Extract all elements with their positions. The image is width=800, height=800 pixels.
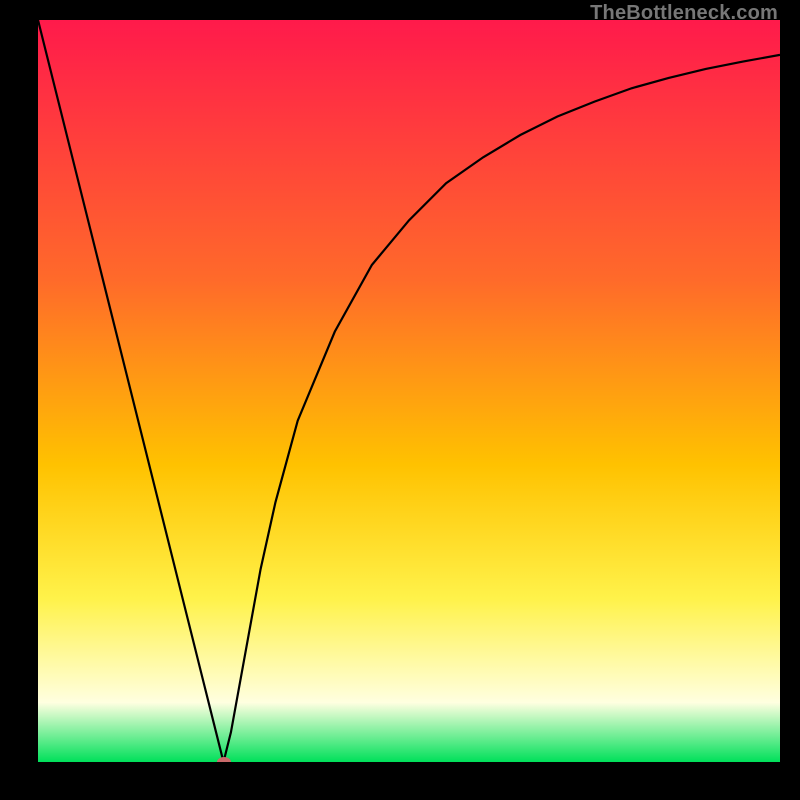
curve-svg — [38, 20, 780, 762]
chart-frame: TheBottleneck.com — [0, 0, 800, 800]
plot-area — [38, 20, 780, 762]
bottleneck-curve — [38, 20, 780, 762]
minimum-marker-icon — [217, 757, 231, 762]
